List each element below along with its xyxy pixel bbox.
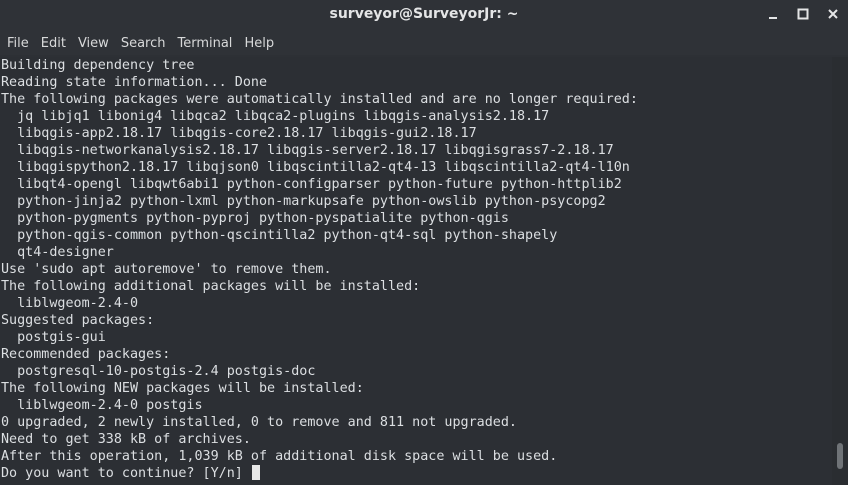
terminal-line: Suggested packages:	[1, 313, 155, 328]
close-button[interactable]	[818, 0, 848, 31]
terminal-line: libqgispython2.18.17 libqjson0 libqscint…	[1, 160, 630, 175]
terminal-line: python-qgis-common python-qscintilla2 py…	[1, 228, 558, 243]
terminal-line: Reading state information... Done	[1, 75, 268, 90]
text-cursor	[251, 465, 260, 480]
terminal-line: liblwgeom-2.4-0	[1, 296, 139, 311]
menu-bar: File Edit View Search Terminal Help	[0, 31, 848, 55]
scrollbar-thumb[interactable]	[837, 443, 843, 469]
terminal-line: Recommended packages:	[1, 347, 171, 362]
terminal-line: Need to get 338 kB of archives.	[1, 432, 251, 447]
menu-help[interactable]: Help	[238, 36, 280, 51]
terminal-line: postgresql-10-postgis-2.4 postgis-doc	[1, 364, 316, 379]
terminal-line: postgis-gui	[1, 330, 106, 345]
terminal-window: surveyor@SurveyorJr: ~ File Edit View Se…	[0, 0, 848, 485]
terminal-line: Use 'sudo apt autoremove' to remove them…	[1, 262, 332, 277]
terminal-output[interactable]: Building dependency tree Reading state i…	[0, 57, 832, 485]
terminal-prompt: Do you want to continue? [Y/n]	[1, 466, 251, 481]
title-bar[interactable]: surveyor@SurveyorJr: ~	[0, 0, 848, 31]
terminal-line: qt4-designer	[1, 245, 114, 260]
maximize-button[interactable]	[788, 0, 818, 31]
menu-search[interactable]: Search	[115, 36, 172, 51]
terminal-line: libqgis-app2.18.17 libqgis-core2.18.17 l…	[1, 126, 477, 141]
minimize-icon	[767, 7, 779, 25]
scrollbar[interactable]	[832, 57, 848, 485]
terminal-line: liblwgeom-2.4-0 postgis	[1, 398, 203, 413]
minimize-button[interactable]	[758, 0, 788, 31]
maximize-icon	[797, 7, 809, 25]
terminal-line: python-jinja2 python-lxml python-markups…	[1, 194, 606, 209]
terminal-prompt-line: Do you want to continue? [Y/n]	[0, 465, 832, 482]
close-icon	[827, 7, 839, 25]
menu-edit[interactable]: Edit	[35, 36, 72, 51]
menu-terminal[interactable]: Terminal	[171, 36, 238, 51]
menu-view[interactable]: View	[72, 36, 115, 51]
terminal-line: jq libjq1 libonig4 libqca2 libqca2-plugi…	[1, 109, 550, 124]
terminal-line: libqgis-networkanalysis2.18.17 libqgis-s…	[1, 143, 614, 158]
terminal-line: python-pygments python-pyproj python-pys…	[1, 211, 509, 226]
window-title: surveyor@SurveyorJr: ~	[329, 6, 519, 22]
terminal-line: libqt4-opengl libqwt6abi1 python-configp…	[1, 177, 622, 192]
terminal-line: After this operation, 1,039 kB of additi…	[1, 449, 558, 464]
terminal-line: 0 upgraded, 2 newly installed, 0 to remo…	[1, 415, 517, 430]
window-controls	[758, 0, 848, 31]
terminal-line: Building dependency tree	[1, 58, 195, 73]
terminal-line: The following packages were automaticall…	[1, 92, 638, 107]
terminal-line: The following additional packages will b…	[1, 279, 421, 294]
terminal-line: The following NEW packages will be insta…	[1, 381, 364, 396]
menu-file[interactable]: File	[0, 36, 35, 51]
